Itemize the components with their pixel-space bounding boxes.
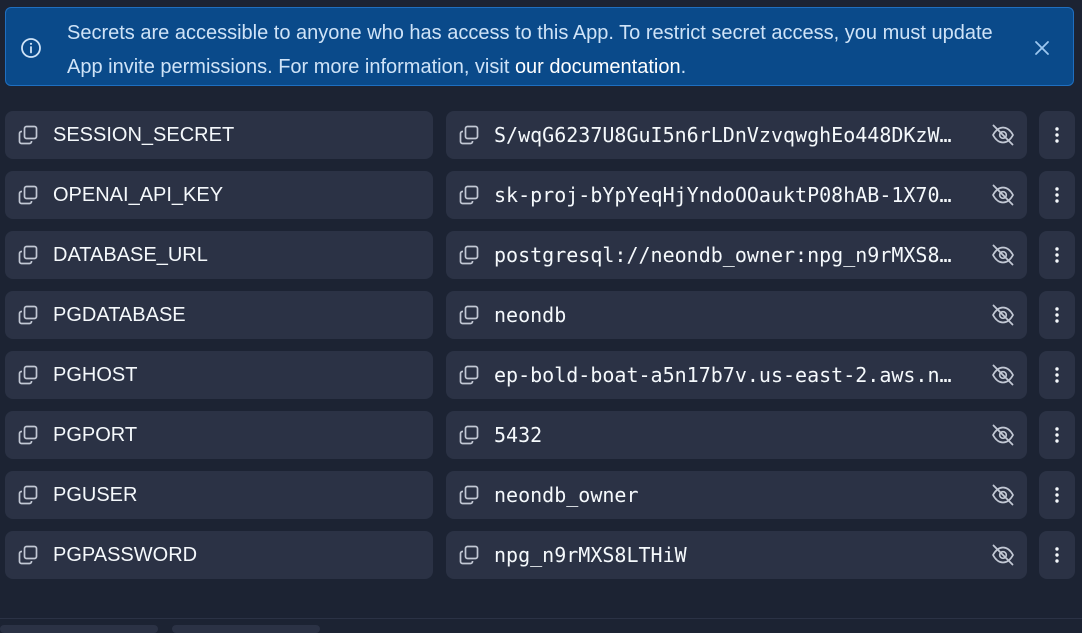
- copy-icon[interactable]: [17, 364, 39, 386]
- copy-icon[interactable]: [458, 244, 480, 266]
- more-options-button[interactable]: [1039, 411, 1075, 459]
- secret-value: npg_n9rMXS8LTHiW: [494, 543, 687, 567]
- copy-icon[interactable]: [17, 124, 39, 146]
- copy-icon[interactable]: [458, 424, 480, 446]
- copy-icon[interactable]: [17, 184, 39, 206]
- secret-value-field[interactable]: S/wqG6237U8GuI5n6rLDnVzvqwghEo448DKzW…: [446, 111, 1027, 159]
- secret-key-field[interactable]: PGUSER: [5, 471, 433, 519]
- secret-row: PGPASSWORD npg_n9rMXS8LTHiW: [5, 531, 1077, 579]
- more-options-button[interactable]: [1039, 531, 1075, 579]
- info-banner: Secrets are accessible to anyone who has…: [5, 7, 1074, 86]
- close-icon[interactable]: [1032, 38, 1052, 58]
- eye-off-icon[interactable]: [990, 363, 1016, 387]
- more-options-button[interactable]: [1039, 171, 1075, 219]
- more-options-button[interactable]: [1039, 291, 1075, 339]
- secret-value: neondb: [494, 303, 567, 327]
- secret-row: PGHOST ep-bold-boat-a5n17b7v.us-east-2.aw…: [5, 351, 1077, 399]
- secret-key: OPENAI_API_KEY: [53, 184, 224, 206]
- eye-off-icon[interactable]: [990, 303, 1016, 327]
- info-icon: [21, 38, 41, 58]
- secret-value-field[interactable]: neondb: [446, 291, 1027, 339]
- secret-value-field[interactable]: postgresql://neondb_owner:npg_n9rMXS8…: [446, 231, 1027, 279]
- secret-value: sk-proj-bYpYeqHjYndoOOauktP08hAB-1X70…: [494, 183, 952, 207]
- secret-key-field[interactable]: PGDATABASE: [5, 291, 433, 339]
- documentation-link[interactable]: our documentation: [515, 56, 681, 78]
- secret-row: PGPORT 5432: [5, 411, 1077, 459]
- secret-row: SESSION_SECRET S/wqG6237U8GuI5n6rLDnVzvqw…: [5, 111, 1077, 159]
- secret-key-field[interactable]: PGHOST: [5, 351, 433, 399]
- secret-key: PGUSER: [53, 484, 138, 506]
- secret-value-field[interactable]: ep-bold-boat-a5n17b7v.us-east-2.aws.n…: [446, 351, 1027, 399]
- secret-key: DATABASE_URL: [53, 244, 208, 266]
- copy-icon[interactable]: [17, 484, 39, 506]
- copy-icon[interactable]: [458, 364, 480, 386]
- more-options-button[interactable]: [1039, 471, 1075, 519]
- secret-row: PGDATABASE neondb: [5, 291, 1077, 339]
- copy-icon[interactable]: [17, 424, 39, 446]
- secret-key-field[interactable]: OPENAI_API_KEY: [5, 171, 433, 219]
- secret-value-field[interactable]: npg_n9rMXS8LTHiW: [446, 531, 1027, 579]
- secret-key: PGPORT: [53, 424, 138, 446]
- copy-icon[interactable]: [458, 124, 480, 146]
- more-options-button[interactable]: [1039, 111, 1075, 159]
- secret-row: PGUSER neondb_owner: [5, 471, 1077, 519]
- divider: [0, 618, 1082, 619]
- secret-value: S/wqG6237U8GuI5n6rLDnVzvqwghEo448DKzW…: [494, 123, 952, 147]
- footer-tab[interactable]: [0, 625, 158, 633]
- secret-row: DATABASE_URL postgresql://neondb_owner:np…: [5, 231, 1077, 279]
- secret-key-field[interactable]: PGPORT: [5, 411, 433, 459]
- eye-off-icon[interactable]: [990, 543, 1016, 567]
- copy-icon[interactable]: [458, 184, 480, 206]
- copy-icon[interactable]: [458, 304, 480, 326]
- banner-text-end: .: [680, 56, 687, 78]
- footer-tab[interactable]: [172, 625, 320, 633]
- copy-icon[interactable]: [17, 544, 39, 566]
- eye-off-icon[interactable]: [990, 183, 1016, 207]
- more-options-button[interactable]: [1039, 231, 1075, 279]
- secret-value: ep-bold-boat-a5n17b7v.us-east-2.aws.n…: [494, 363, 952, 387]
- more-options-button[interactable]: [1039, 351, 1075, 399]
- secret-key: SESSION_SECRET: [53, 124, 235, 146]
- eye-off-icon[interactable]: [990, 123, 1016, 147]
- secret-value: 5432: [494, 423, 543, 447]
- eye-off-icon[interactable]: [990, 423, 1016, 447]
- secret-key-field[interactable]: SESSION_SECRET: [5, 111, 433, 159]
- eye-off-icon[interactable]: [990, 483, 1016, 507]
- secrets-list: SESSION_SECRET S/wqG6237U8GuI5n6rLDnVzvqw…: [5, 111, 1077, 591]
- secret-key: PGPASSWORD: [53, 544, 198, 566]
- copy-icon[interactable]: [17, 244, 39, 266]
- secret-key-field[interactable]: DATABASE_URL: [5, 231, 433, 279]
- secret-value: postgresql://neondb_owner:npg_n9rMXS8…: [494, 243, 952, 267]
- copy-icon[interactable]: [458, 544, 480, 566]
- secret-value: neondb_owner: [494, 483, 639, 507]
- copy-icon[interactable]: [458, 484, 480, 506]
- secret-key: PGHOST: [53, 364, 138, 386]
- secret-key: PGDATABASE: [53, 304, 186, 326]
- secret-value-field[interactable]: 5432: [446, 411, 1027, 459]
- secret-key-field[interactable]: PGPASSWORD: [5, 531, 433, 579]
- banner-message: Secrets are accessible to anyone who has…: [67, 16, 1007, 84]
- secret-row: OPENAI_API_KEY sk-proj-bYpYeqHjYndoOOaukt…: [5, 171, 1077, 219]
- copy-icon[interactable]: [17, 304, 39, 326]
- secret-value-field[interactable]: sk-proj-bYpYeqHjYndoOOauktP08hAB-1X70…: [446, 171, 1027, 219]
- secret-value-field[interactable]: neondb_owner: [446, 471, 1027, 519]
- eye-off-icon[interactable]: [990, 243, 1016, 267]
